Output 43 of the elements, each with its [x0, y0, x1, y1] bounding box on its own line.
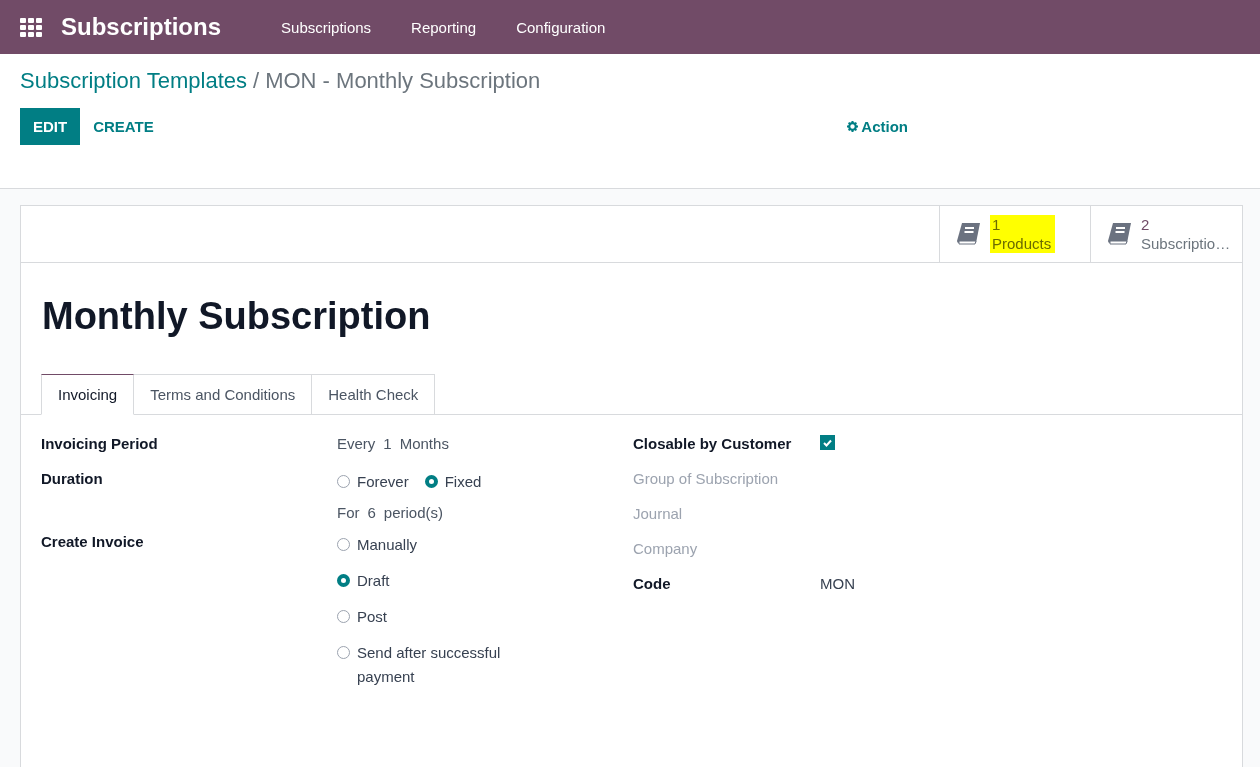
radio-option[interactable]: Forever: [337, 470, 409, 494]
menu-item[interactable]: Reporting: [391, 18, 497, 36]
record-title: Monthly Subscription: [42, 295, 432, 338]
breadcrumb-current: MON - Monthly Subscription: [265, 68, 541, 94]
radio-option[interactable]: Fixed: [424, 470, 482, 494]
radio-option[interactable]: Draft: [337, 569, 527, 593]
radio-option[interactable]: Post: [337, 605, 527, 629]
field-value: period(s): [383, 504, 444, 521]
field-value: 1: [383, 435, 392, 454]
field-value: 6: [367, 504, 376, 521]
field-value: MON: [820, 575, 855, 594]
menu-item[interactable]: Subscriptions: [261, 18, 392, 36]
field-label: Closable by Customer: [633, 435, 793, 454]
field-label: Invoicing Period: [41, 435, 159, 454]
field-label: Company: [633, 540, 699, 559]
menu-item[interactable]: Configuration: [496, 18, 626, 36]
check-icon: [823, 438, 832, 447]
radio-option[interactable]: Send after successful payment: [337, 641, 527, 689]
checkbox[interactable]: [820, 435, 835, 450]
tab[interactable]: Invoicing: [41, 374, 135, 415]
field-label: Code: [633, 575, 672, 594]
action-button[interactable]: Action: [841, 117, 914, 136]
field-label: Duration: [41, 470, 104, 489]
field-value: Months: [399, 435, 449, 454]
gear-icon: [847, 121, 859, 132]
field-value: Every: [337, 435, 376, 454]
field-value: For: [337, 504, 360, 521]
edit-button[interactable]: EDIT: [20, 108, 81, 145]
app-name[interactable]: Subscriptions: [61, 13, 242, 41]
stat-button[interactable]: 1 Products: [939, 206, 1090, 262]
breadcrumb-separator: /: [253, 68, 260, 94]
book-icon: [956, 222, 982, 246]
field-label: Create Invoice: [41, 533, 145, 552]
field-label: Journal: [633, 505, 684, 524]
breadcrumb-link[interactable]: Subscription Templates: [20, 68, 248, 94]
book-icon: [1107, 222, 1133, 246]
stat-button[interactable]: 2 Subscriptio…: [1090, 206, 1242, 262]
tab[interactable]: Terms and Conditions: [134, 374, 313, 415]
field-label: Group of Subscription: [633, 470, 780, 489]
apps-grid-icon[interactable]: [20, 16, 42, 38]
create-button[interactable]: CREATE: [80, 108, 167, 145]
tab[interactable]: Health Check: [312, 374, 436, 415]
radio-option[interactable]: Manually: [337, 533, 527, 557]
